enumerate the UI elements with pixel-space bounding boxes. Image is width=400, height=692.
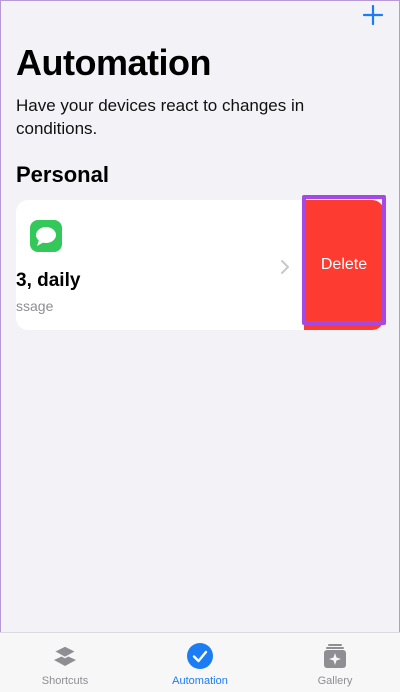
tab-label-automation: Automation bbox=[172, 675, 228, 687]
gallery-icon bbox=[324, 644, 346, 668]
layers-icon bbox=[52, 645, 78, 666]
check-circle-icon bbox=[187, 643, 213, 669]
automation-title: 3, daily bbox=[16, 270, 81, 291]
chevron-right-icon bbox=[281, 260, 289, 274]
page-title: Automation bbox=[16, 42, 211, 83]
delete-button[interactable]: Delete bbox=[304, 200, 384, 330]
add-automation-button[interactable] bbox=[360, 2, 386, 28]
messages-icon bbox=[30, 220, 62, 252]
page-subtitle: Have your devices react to changes in co… bbox=[16, 96, 305, 138]
plus-icon bbox=[362, 4, 384, 26]
tab-automation[interactable]: Automation bbox=[145, 641, 255, 687]
tab-bar: Shortcuts Automation Gallery bbox=[0, 632, 400, 692]
automation-card[interactable]: 3, daily ssage Delete bbox=[16, 200, 384, 330]
automation-card-content[interactable]: 3, daily ssage bbox=[16, 200, 306, 330]
automation-subtitle: ssage bbox=[16, 298, 54, 314]
section-title-personal: Personal bbox=[16, 162, 109, 187]
tab-gallery[interactable]: Gallery bbox=[280, 641, 390, 687]
tab-label-gallery: Gallery bbox=[317, 675, 353, 687]
tab-shortcuts[interactable]: Shortcuts bbox=[10, 641, 120, 687]
tab-label-shortcuts: Shortcuts bbox=[41, 675, 89, 687]
